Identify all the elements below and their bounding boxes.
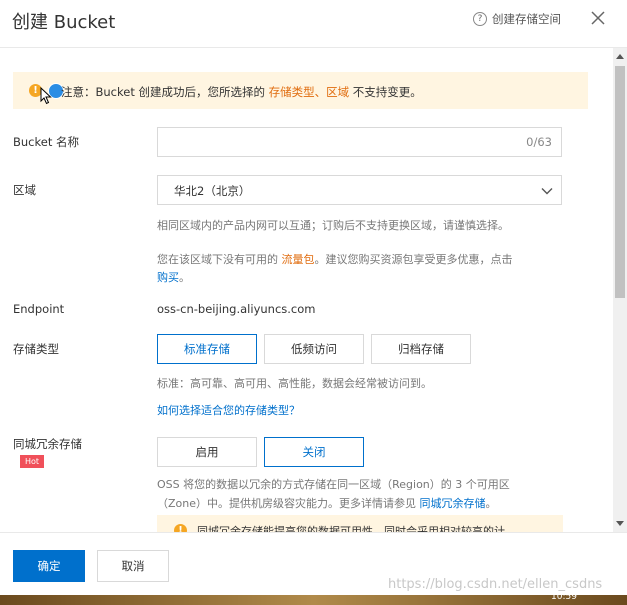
dialog-header: 创建 Bucket ? 创建存储空间 <box>0 0 627 48</box>
scroll-down-icon[interactable] <box>616 521 624 526</box>
close-icon[interactable] <box>588 8 608 28</box>
storage-class-option-standard[interactable]: 标准存储 <box>157 334 257 364</box>
taskbar: 10:59 <box>0 592 627 605</box>
zone-hint-end: 。 <box>485 497 497 510</box>
region-selected-value: 华北2（北京） <box>174 184 251 198</box>
taskbar-clock: 10:59 <box>551 592 577 602</box>
scroll-up-icon[interactable] <box>616 54 624 59</box>
zone-hint-prefix: （Zone）中。提供机房级容灾能力。更多详情请参见 <box>157 497 420 510</box>
notice-text: 注意：Bucket 创建成功后，您所选择的 存储类型、区域 不支持变更。 <box>61 84 422 100</box>
help-link[interactable]: ? 创建存储空间 <box>473 11 561 27</box>
help-link-label: 创建存储空间 <box>492 12 561 26</box>
traffic-package-link[interactable]: 流量包 <box>282 253 315 266</box>
bucket-name-counter: 0/63 <box>526 135 552 149</box>
zone-redundancy-hint-1: OSS 将您的数据以冗余的方式存储在同一区域（Region）的 3 个可用区 <box>157 478 510 491</box>
scroll-thumb[interactable] <box>615 66 625 298</box>
region-hint: 相同区域内的产品内网可以互通；订购后不支持更换区域，请谨慎选择。 <box>157 219 509 232</box>
dialog-body: ! 注意：Bucket 创建成功后，您所选择的 存储类型、区域 不支持变更。 B… <box>0 48 613 532</box>
warning-icon: ! <box>174 524 187 532</box>
purchase-link[interactable]: 购买 <box>157 271 179 284</box>
mouse-cursor-icon <box>40 87 52 105</box>
zone-redundancy-label: 同城冗余存储 <box>13 437 82 451</box>
dialog-title: 创建 Bucket <box>12 12 116 33</box>
confirm-button[interactable]: 确定 <box>13 550 85 582</box>
endpoint-value: oss-cn-beijing.aliyuncs.com <box>157 302 316 316</box>
hot-badge: Hot <box>20 455 45 468</box>
traffic-package-hint: 您在该区域下没有可用的 流量包。建议您购买资源包享受更多优惠，点击 <box>157 251 513 267</box>
zone-redundancy-option-enable[interactable]: 启用 <box>157 437 257 467</box>
notice-separator: 、 <box>314 85 327 99</box>
dialog-footer: 确定 取消 https://blog.csdn.net/ellen_csdns <box>0 532 627 596</box>
storage-class-option-archive[interactable]: 归档存储 <box>371 334 471 364</box>
endpoint-label: Endpoint <box>13 302 65 316</box>
purchase-hint-end: 。 <box>179 271 190 284</box>
bucket-name-label: Bucket 名称 <box>13 135 79 149</box>
chevron-down-icon <box>541 188 553 195</box>
region-label: 区域 <box>13 183 36 197</box>
storage-class-option-ia[interactable]: 低频访问 <box>264 334 364 364</box>
notice-prefix: 注意：Bucket 创建成功后，您所选择的 <box>61 85 269 99</box>
region-select[interactable]: 华北2（北京） <box>157 175 562 205</box>
zone-redundancy-option-disable[interactable]: 关闭 <box>264 437 364 467</box>
watermark: https://blog.csdn.net/ellen_csdns <box>388 577 603 592</box>
purchase-hint: 购买。 <box>157 269 190 285</box>
vertical-scrollbar[interactable] <box>613 48 627 532</box>
question-icon: ? <box>473 12 487 26</box>
notice-link-region[interactable]: 区域 <box>326 85 349 99</box>
notice-link-storage-type[interactable]: 存储类型 <box>269 85 315 99</box>
traffic-hint-prefix: 您在该区域下没有可用的 <box>157 253 282 266</box>
storage-class-hint: 标准：高可靠、高可用、高性能，数据会经常被访问到。 <box>157 377 432 390</box>
zone-redundancy-doc-link[interactable]: 同城冗余存储 <box>420 497 486 510</box>
cancel-button[interactable]: 取消 <box>97 550 169 582</box>
traffic-hint-suffix: 。建议您购买资源包享受更多优惠，点击 <box>314 253 513 266</box>
zone-redundancy-hint-2: （Zone）中。提供机房级容灾能力。更多详情请参见 同城冗余存储。 <box>157 495 497 511</box>
storage-class-help-link[interactable]: 如何选择适合您的存储类型？ <box>157 402 300 418</box>
zone-redundancy-warning: ! 同城冗余存储能提高您的数据可用性，同时会采用相对较高的计 <box>157 515 563 532</box>
notice-banner: ! 注意：Bucket 创建成功后，您所选择的 存储类型、区域 不支持变更。 <box>13 72 588 109</box>
zone-redundancy-warning-text: 同城冗余存储能提高您的数据可用性，同时会采用相对较高的计 <box>197 525 505 532</box>
storage-class-label: 存储类型 <box>13 342 59 356</box>
bucket-name-input[interactable]: 0/63 <box>157 127 562 157</box>
notice-suffix: 不支持变更。 <box>349 85 422 99</box>
